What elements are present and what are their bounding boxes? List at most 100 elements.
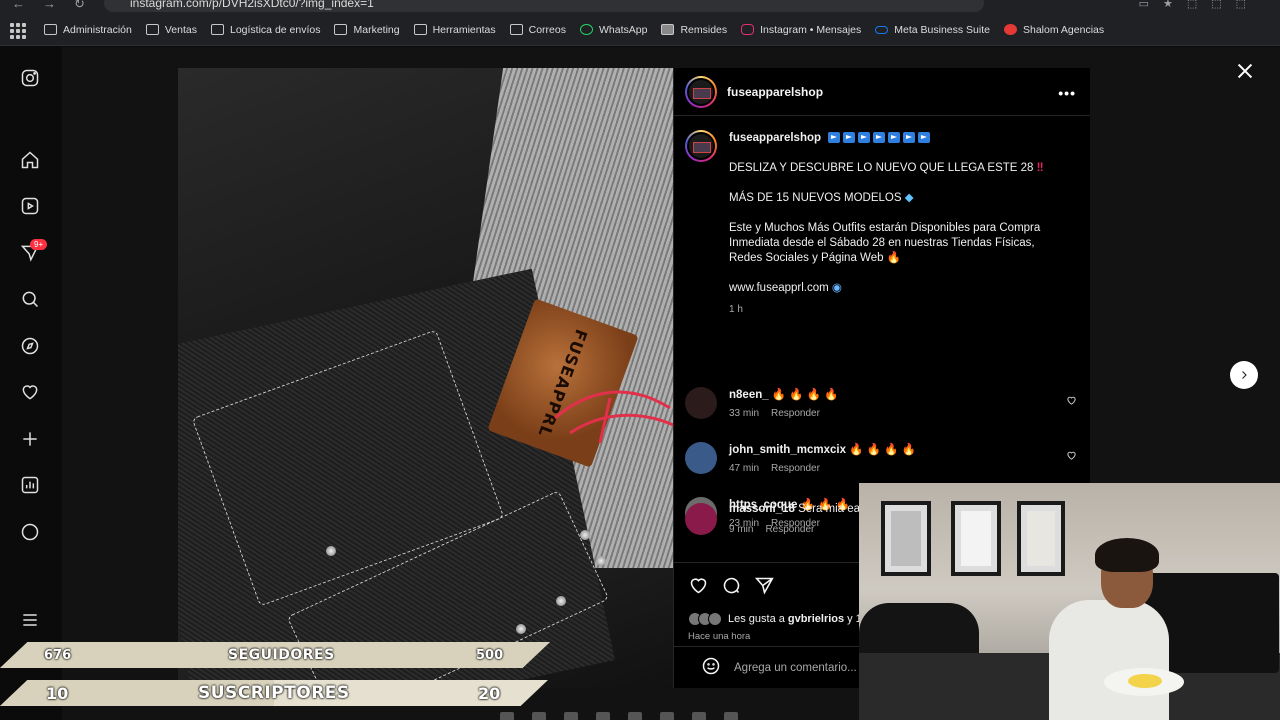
reels-icon[interactable] [20, 196, 40, 216]
caption-username[interactable]: fuseapparelshop [729, 132, 821, 144]
shalom-icon [1003, 24, 1017, 35]
arrow-emojis-icon [828, 132, 931, 144]
bookmark-icon [661, 24, 675, 35]
globe-icon: ◉ [831, 282, 842, 294]
comment-time: 33 min [729, 408, 760, 419]
reply-button[interactable]: Responder [765, 524, 814, 535]
bookmark-ventas[interactable]: Ventas [145, 24, 197, 36]
reply-button[interactable]: Responder [771, 408, 820, 419]
subscribers-goal-bar: 10 SUSCRIPTORES 20 [0, 680, 548, 706]
folder-icon [334, 24, 348, 35]
next-post-button[interactable] [1230, 361, 1258, 389]
like-comment-icon[interactable] [1066, 393, 1077, 405]
comment-username[interactable]: n8een_ [729, 389, 769, 401]
caption-link[interactable]: www.fuseapprl.com [729, 282, 829, 294]
bookmark-administracion[interactable]: Administración [44, 24, 132, 36]
address-bar[interactable]: instagram.com/p/DVH2isXDtc0/?img_index=1 [104, 0, 984, 12]
explore-icon[interactable] [20, 336, 40, 356]
close-modal-icon[interactable] [1234, 60, 1256, 82]
folder-icon [211, 24, 224, 35]
profile-avatar-icon[interactable] [20, 522, 40, 542]
folder-icon [44, 24, 57, 35]
more-options-icon[interactable]: ••• [1058, 85, 1076, 101]
folder-icon [145, 24, 159, 35]
notifications-heart-icon[interactable] [20, 382, 40, 402]
reply-button[interactable]: Responder [771, 463, 820, 474]
double-exclamation-icon: ‼ [1036, 162, 1044, 174]
create-plus-icon[interactable] [20, 429, 40, 449]
comment-username[interactable]: massoni_18 [729, 503, 795, 515]
bookmark-herramientas[interactable]: Herramientas [413, 24, 496, 36]
comment-username[interactable]: john_smith_mcmxcix [729, 444, 846, 456]
diamond-icon: ◆ [904, 192, 914, 204]
search-icon[interactable] [20, 289, 40, 309]
share-send-icon[interactable] [754, 575, 775, 601]
extensions-icons[interactable]: ▭★⬚⬚⬚ [1139, 0, 1260, 10]
chevron-right-icon [1242, 371, 1247, 379]
comment-time: 9 min [729, 524, 754, 535]
add-comment-input[interactable]: Agrega un comentario... [734, 662, 857, 674]
comment-time: 47 min [729, 463, 760, 474]
liker-username[interactable]: gvbrielrios [788, 613, 844, 625]
goal-target: 20 [478, 683, 501, 703]
bookmark-marketing[interactable]: Marketing [334, 24, 400, 36]
rivet [516, 624, 526, 634]
folder-icon [413, 24, 427, 35]
caption-avatar[interactable] [685, 130, 717, 162]
home-icon[interactable] [20, 150, 40, 170]
plate [1104, 668, 1184, 696]
caption-line-2: MÁS DE 15 NUEVOS MODELOS [729, 192, 902, 204]
commenter-avatar[interactable] [685, 442, 717, 474]
dashboard-icon[interactable] [20, 475, 40, 495]
goal-target: 500 [476, 647, 504, 663]
comment-item: n8een_ 🔥 🔥 🔥 🔥 33 min Responder [685, 387, 1085, 429]
bookmark-correos[interactable]: Correos [509, 24, 566, 36]
like-heart-icon[interactable] [688, 575, 709, 601]
bookmark-remsides[interactable]: Remsides [661, 24, 727, 36]
webcam-overlay [859, 483, 1280, 720]
comment-text: 🔥 🔥 🔥 🔥 [771, 389, 839, 401]
red-script-graphic [550, 378, 673, 448]
caption-line-1: DESLIZA Y DESCUBRE LO NUEVO QUE LLEGA ES… [729, 162, 1034, 174]
instagram-nav-rail: 9+ [0, 47, 62, 720]
post-image[interactable]: FUSEAPPRL [178, 68, 673, 688]
comments-scroll[interactable]: fuseapparelshop DESLIZA Y DESCUBRE LO NU… [674, 117, 1091, 527]
bookmark-meta-business[interactable]: Meta Business Suite [875, 24, 990, 36]
emoji-smiley-icon[interactable] [701, 656, 721, 679]
commenter-avatar[interactable] [685, 503, 717, 535]
caption: fuseapparelshop DESLIZA Y DESCUBRE LO NU… [729, 131, 1069, 317]
whatsapp-icon [579, 24, 593, 35]
author-username[interactable]: fuseapparelshop [727, 85, 823, 99]
nav-buttons[interactable]: ←→↻ [12, 0, 103, 12]
like-comment-icon[interactable] [1066, 448, 1077, 460]
comment-item: john_smith_mcmxcix 🔥 🔥 🔥 🔥 47 min Respond… [685, 442, 1085, 484]
bookmarks-bar: Administración Ventas Logística de envío… [0, 14, 1280, 46]
followers-goal-bar: 676 SEGUIDORES 500 [0, 642, 550, 668]
author-avatar[interactable] [685, 75, 717, 108]
comment-bubble-icon[interactable] [721, 575, 742, 601]
instagram-icon [741, 24, 755, 35]
goal-label: SEGUIDORES [228, 647, 335, 663]
apps-grid-icon[interactable] [8, 21, 26, 39]
wall-frame [951, 501, 1001, 576]
comment-text: 🔥 🔥 🔥 🔥 [849, 444, 917, 456]
folder-icon [509, 24, 523, 35]
rivet [326, 546, 336, 556]
fire-icon: 🔥 [886, 252, 902, 264]
bookmark-instagram-mensajes[interactable]: Instagram • Mensajes [741, 24, 861, 36]
os-taskbar [500, 712, 780, 720]
post-header: fuseapparelshop ••• [674, 68, 1090, 116]
rivet [596, 556, 606, 566]
commenter-avatar[interactable] [685, 387, 717, 419]
liker-avatars [688, 612, 722, 626]
bookmark-whatsapp[interactable]: WhatsApp [579, 24, 647, 36]
menu-hamburger-icon[interactable] [20, 610, 40, 630]
goal-current: 10 [46, 683, 69, 703]
instagram-logo-icon[interactable] [20, 68, 40, 88]
caption-time: 1 h [729, 304, 743, 315]
notification-badge: 9+ [30, 239, 48, 250]
bookmark-shalom[interactable]: Shalom Agencias [1003, 24, 1104, 36]
meta-icon [875, 25, 889, 34]
rivet [556, 596, 566, 606]
bookmark-logistica[interactable]: Logística de envíos [211, 24, 320, 36]
